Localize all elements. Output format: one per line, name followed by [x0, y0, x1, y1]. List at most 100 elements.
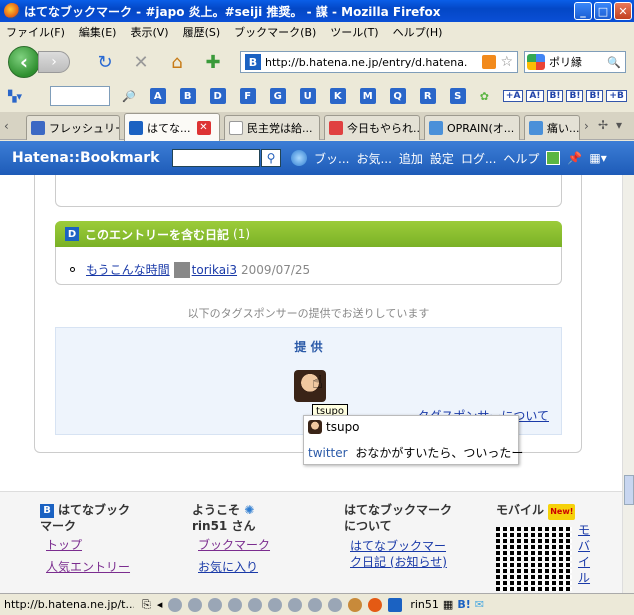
tab-close-icon[interactable]: ✕ [196, 120, 211, 135]
hatena-link-add[interactable]: 追加 [399, 150, 423, 167]
toolbar-select[interactable] [49, 86, 110, 106]
hatena-status-icon[interactable] [388, 597, 403, 612]
tab-scroll-right[interactable]: › [584, 119, 589, 133]
tab-1[interactable]: フレッシュリー... [26, 115, 120, 140]
hatena-link-bookmarks[interactable]: ブッ... [314, 150, 349, 167]
bm-small-2[interactable]: A! [526, 90, 544, 102]
tab-scroll-left[interactable]: ‹ [4, 119, 9, 133]
close-button[interactable]: ✕ [614, 2, 632, 20]
maximize-button[interactable]: □ [594, 2, 612, 20]
bm-s[interactable]: S [449, 88, 466, 104]
tab-6[interactable]: 痛い... [524, 115, 580, 140]
firefox-status-icon[interactable] [368, 597, 383, 612]
star-icon[interactable]: ☆ [500, 54, 513, 70]
bug-icon[interactable] [328, 597, 343, 612]
menu-history[interactable]: 履歴(S) [183, 24, 221, 40]
bm-b[interactable]: B [179, 88, 196, 104]
bm-g[interactable]: G [269, 88, 286, 104]
settings-menu-icon[interactable]: ▦▾ [589, 151, 606, 165]
bm-q[interactable]: Q [389, 88, 406, 104]
menu-help[interactable]: ヘルプ(H) [393, 24, 443, 40]
volume-icon[interactable] [268, 597, 283, 612]
menu-bookmarks[interactable]: ブックマーク(B) [234, 24, 316, 40]
hatena-link-logout[interactable]: ログ... [461, 150, 496, 167]
tab-3[interactable]: 民主党は給... [224, 115, 320, 140]
bm-f[interactable]: F [239, 88, 256, 104]
hatena-logo[interactable]: Hatena::Bookmark [0, 150, 172, 166]
bm-u[interactable]: U [299, 88, 316, 104]
extension-icon[interactable] [546, 151, 561, 165]
scrollbar-thumb[interactable] [624, 475, 634, 505]
status-user[interactable]: rin51 [410, 598, 439, 611]
hatena-link-favorites[interactable]: お気... [356, 150, 391, 167]
diary-item-user[interactable]: torikai3 [192, 263, 237, 277]
zoom-icon[interactable]: 🔎 [122, 90, 136, 103]
hatena-link-help[interactable]: ヘルプ [503, 150, 539, 167]
bm-small-3[interactable]: B! [546, 90, 564, 102]
info-icon[interactable] [288, 597, 303, 612]
hatena-search-input[interactable] [172, 149, 260, 167]
search-input[interactable]: ポリ縁 [545, 54, 607, 70]
search-box[interactable]: ポリ縁 🔍 [524, 51, 626, 73]
footer-link-popular[interactable]: 人気エントリー [40, 556, 140, 578]
hatena-search-button[interactable]: ⚲ [261, 149, 281, 167]
menu-tools[interactable]: ツール(T) [330, 24, 378, 40]
footer-link-top[interactable]: トップ [40, 534, 140, 556]
bm-k[interactable]: K [329, 88, 346, 104]
footer-link-diary[interactable]: はてなブックマーク日記 (お知らせ) [344, 538, 454, 570]
popup-twitter-link[interactable]: twitter [308, 446, 348, 460]
bm-r[interactable]: R [419, 88, 436, 104]
tab-label: 今日もやられ... [347, 122, 420, 135]
tab-5[interactable]: OPRAIN(オ... [424, 115, 520, 140]
menu-view[interactable]: 表示(V) [130, 24, 168, 40]
forward-media-icon[interactable] [248, 597, 263, 612]
stop-icon[interactable]: ✕ [130, 51, 152, 73]
menu-edit[interactable]: 編集(E) [79, 24, 117, 40]
forward-button[interactable]: › [38, 51, 70, 73]
play-icon[interactable] [208, 597, 223, 612]
home-icon[interactable]: ⌂ [166, 51, 188, 73]
navigation-toolbar: ‹ › ↻ ✕ ⌂ ✚ B http://b.hatena.ne.jp/entr… [0, 42, 634, 82]
back-button[interactable]: ‹ [8, 46, 40, 78]
stop-media-icon[interactable] [228, 597, 243, 612]
reload-icon[interactable]: ↻ [94, 51, 116, 73]
media-icon[interactable] [168, 597, 183, 612]
address-input[interactable]: http://b.hatena.ne.jp/entry/d.hatena. [265, 56, 482, 69]
bm-a[interactable]: A [149, 88, 166, 104]
vertical-scrollbar[interactable] [622, 175, 634, 593]
add-bookmark-icon[interactable]: ✚ [202, 51, 224, 73]
menu-file[interactable]: ファイル(F) [6, 24, 65, 40]
addon-icon-2[interactable] [308, 597, 323, 612]
tab-4[interactable]: 今日もやられ... [324, 115, 420, 140]
diary-item-title[interactable]: もうこんな時間 [86, 261, 170, 278]
prev-icon[interactable]: ◂ [157, 598, 163, 611]
monkey-icon[interactable] [348, 597, 363, 612]
bm-m[interactable]: M [359, 88, 376, 104]
bm-small-4[interactable]: B! [566, 90, 584, 102]
user-avatar[interactable] [173, 261, 190, 278]
bm-d[interactable]: D [209, 88, 226, 104]
footer-link-bookmark[interactable]: ブックマーク [192, 534, 302, 556]
footer-link-mobile[interactable]: モバイル [578, 522, 592, 586]
addon-icon[interactable]: ✿ [480, 90, 489, 103]
tab-list-icon[interactable]: ▾ [616, 118, 622, 132]
toolbar-grid-icon[interactable]: ▚▾ [8, 90, 22, 103]
twitter-icon[interactable]: ✉ [475, 598, 484, 611]
pin-icon[interactable]: 📌 [567, 151, 582, 165]
bm-small-6[interactable]: +B [606, 90, 627, 102]
bm-small-1[interactable]: +A [502, 90, 524, 102]
tab-2[interactable]: はてな... ✕ [124, 113, 220, 141]
status-menu-icon[interactable]: ▦ [443, 598, 453, 611]
status-b-icon[interactable]: B! [457, 598, 470, 611]
new-tab-icon[interactable]: ✢ [598, 118, 608, 132]
search-icon[interactable]: 🔍 [607, 56, 621, 69]
page-icon[interactable]: ⎘ [142, 598, 151, 612]
footer-link-favorites[interactable]: お気に入り [192, 556, 302, 578]
bm-small-5[interactable]: B! [586, 90, 604, 102]
rewind-icon[interactable] [188, 597, 203, 612]
hatena-link-settings[interactable]: 設定 [430, 150, 454, 167]
address-bar[interactable]: B http://b.hatena.ne.jp/entry/d.hatena. … [240, 51, 518, 73]
rss-icon[interactable] [482, 55, 497, 69]
minimize-button[interactable]: _ [574, 2, 592, 20]
google-icon[interactable] [527, 54, 545, 70]
